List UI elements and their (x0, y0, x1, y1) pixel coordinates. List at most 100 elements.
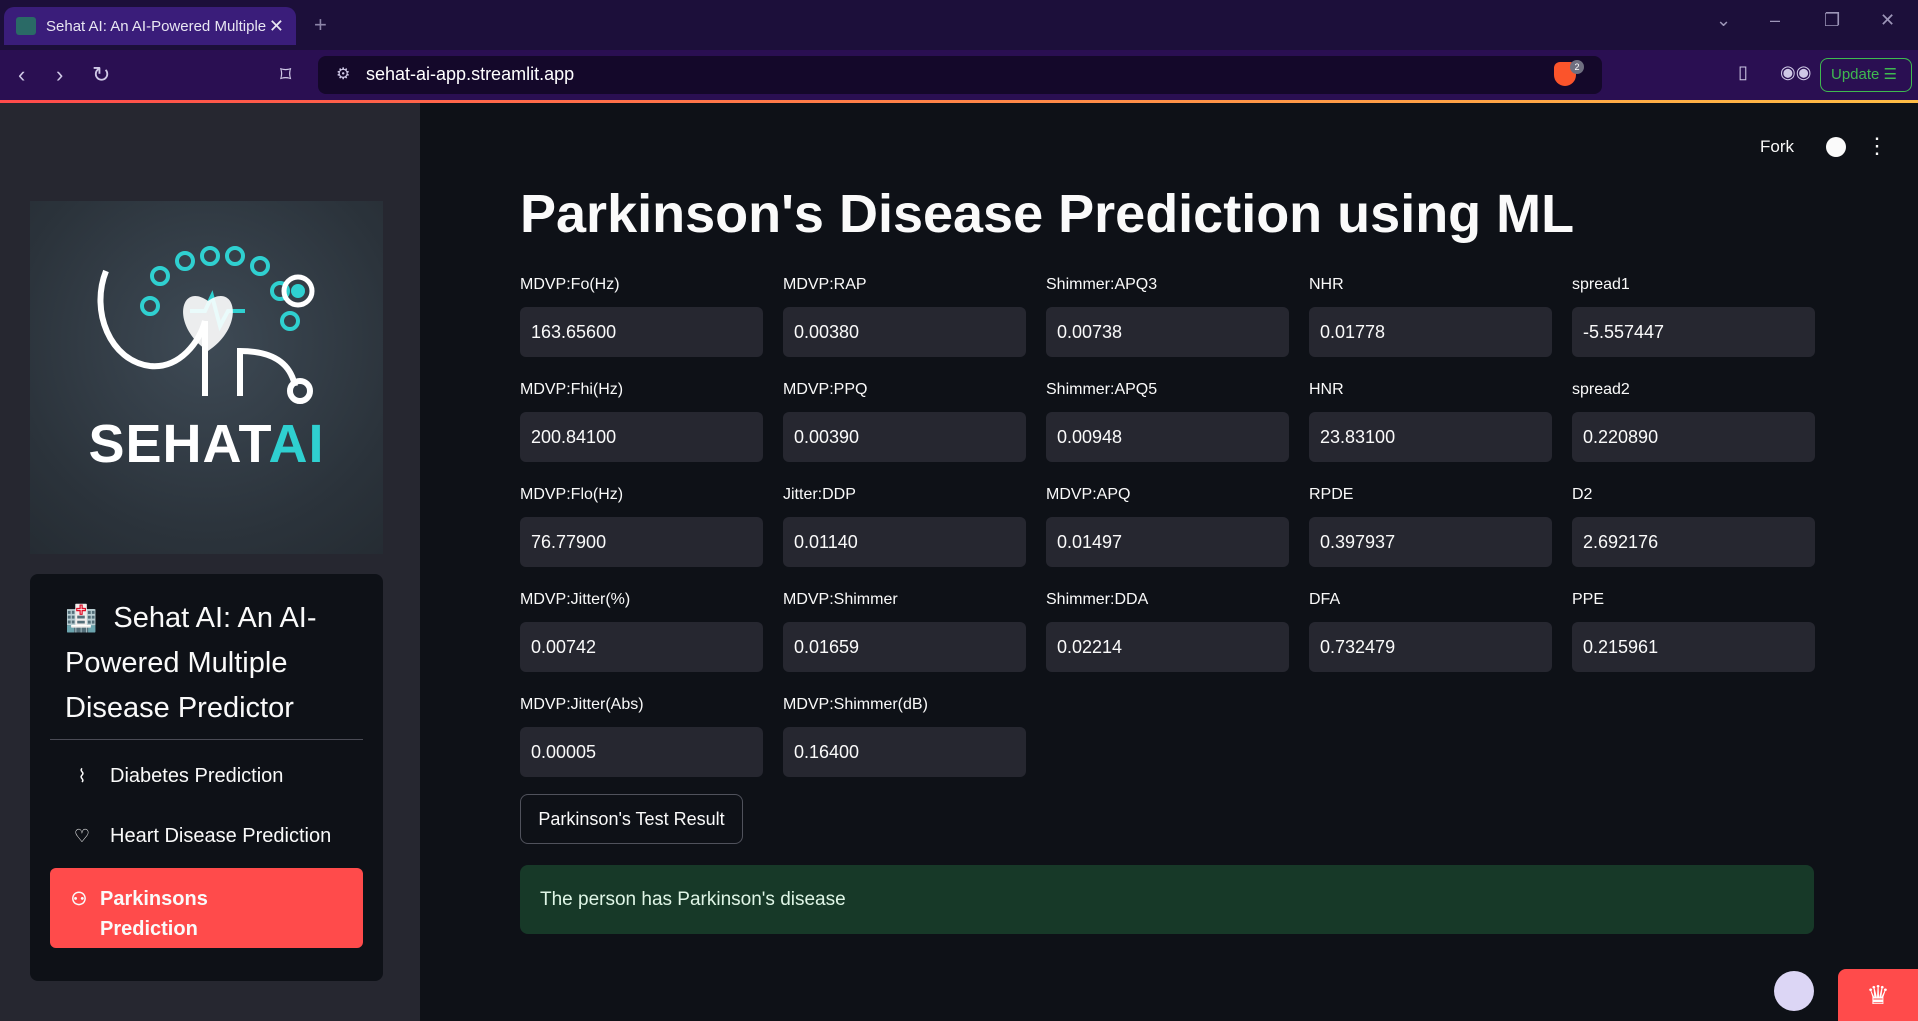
sidebar-item-parkinsons[interactable]: ⚇ Parkinsons Prediction (50, 868, 363, 948)
number-field: HNR 23.83100 (1309, 381, 1552, 462)
text-input[interactable]: 0.01778 (1309, 307, 1552, 357)
number-field: MDVP:Shimmer 0.01659 (783, 591, 1026, 672)
sidebar-toggle-icon[interactable]: ▯ (1738, 62, 1748, 83)
sidebar-item-label: Heart Disease Prediction (110, 824, 332, 847)
logo-word-ai: AI (268, 414, 325, 474)
text-input[interactable]: 163.65600 (520, 307, 763, 357)
text-input[interactable]: 200.84100 (520, 412, 763, 462)
close-window-icon[interactable]: ✕ (1880, 10, 1895, 31)
field-label: NHR (1309, 276, 1344, 293)
shield-badge: 2 (1570, 60, 1584, 74)
main-content: Fork ⋮ Parkinson's Disease Prediction us… (420, 103, 1918, 1021)
chat-bot-icon[interactable] (1774, 971, 1814, 1011)
field-label: MDVP:Jitter(%) (520, 591, 631, 608)
restore-icon[interactable]: ❐ (1824, 10, 1840, 31)
reload-icon[interactable]: ↻ (92, 62, 110, 88)
field-label: MDVP:PPQ (783, 381, 868, 398)
number-field: D2 2.692176 (1572, 486, 1815, 567)
number-field: Jitter:DDP 0.01140 (783, 486, 1026, 567)
text-input[interactable]: -5.557447 (1572, 307, 1815, 357)
bookmark-icon[interactable]: ⌑ (280, 62, 291, 88)
menu-title-text: Sehat AI: An AI-Powered Multiple Disease… (65, 602, 317, 724)
logo-wordmark: SEHATAI (30, 413, 383, 475)
field-label: MDVP:APQ (1046, 486, 1131, 503)
field-label: MDVP:Shimmer(dB) (783, 696, 928, 713)
text-input[interactable]: 76.77900 (520, 517, 763, 567)
site-info-icon[interactable]: ⚙ (336, 64, 350, 84)
number-field: MDVP:PPQ 0.00390 (783, 381, 1026, 462)
heart-icon: ♡ (73, 825, 91, 846)
number-field: Shimmer:APQ3 0.00738 (1046, 276, 1289, 357)
number-field: Shimmer:DDA 0.02214 (1046, 591, 1289, 672)
test-result-button[interactable]: Parkinson's Test Result (520, 794, 743, 844)
text-input[interactable]: 0.732479 (1309, 622, 1552, 672)
more-menu-icon[interactable]: ⋮ (1866, 133, 1888, 159)
text-input[interactable]: 0.00742 (520, 622, 763, 672)
field-label: MDVP:Fhi(Hz) (520, 381, 624, 398)
glasses-icon[interactable]: ◉◉ (1780, 62, 1811, 83)
url-text[interactable]: sehat-ai-app.streamlit.app (366, 64, 574, 85)
number-field: spread2 0.220890 (1572, 381, 1815, 462)
logo-word-sehat: SEHAT (88, 414, 269, 474)
minimize-icon[interactable]: – (1770, 10, 1780, 31)
number-field: MDVP:Fhi(Hz) 200.84100 (520, 381, 763, 462)
text-input[interactable]: 0.01140 (783, 517, 1026, 567)
number-field: MDVP:Fo(Hz) 163.65600 (520, 276, 763, 357)
field-label: HNR (1309, 381, 1344, 398)
field-label: Shimmer:APQ5 (1046, 381, 1158, 398)
hospital-icon: 🏥 (65, 603, 98, 633)
text-input[interactable]: 0.220890 (1572, 412, 1815, 462)
number-field: DFA 0.732479 (1309, 591, 1552, 672)
field-label: spread2 (1572, 381, 1630, 398)
sidebar-item-label: Parkinsons Prediction (100, 888, 208, 940)
close-tab-icon[interactable]: ✕ (269, 16, 284, 37)
text-input[interactable]: 0.00390 (783, 412, 1026, 462)
menu-divider (50, 739, 363, 740)
text-input[interactable]: 0.01659 (783, 622, 1026, 672)
field-label: PPE (1572, 591, 1605, 608)
field-label: RPDE (1309, 486, 1354, 503)
new-tab-icon[interactable]: + (314, 12, 327, 38)
browser-tab[interactable]: Sehat AI: An AI-Powered Multiple Disease… (4, 7, 296, 45)
success-alert: The person has Parkinson's disease (520, 865, 1814, 934)
text-input[interactable]: 0.00380 (783, 307, 1026, 357)
text-input[interactable]: 23.83100 (1309, 412, 1552, 462)
number-field: MDVP:Jitter(Abs) 0.00005 (520, 696, 763, 777)
option-menu: 🏥 Sehat AI: An AI-Powered Multiple Diseas… (30, 574, 383, 981)
fork-link[interactable]: Fork (1760, 137, 1794, 157)
text-input[interactable]: 2.692176 (1572, 517, 1815, 567)
text-input[interactable]: 0.00948 (1046, 412, 1289, 462)
number-field: MDVP:Jitter(%) 0.00742 (520, 591, 763, 672)
text-input[interactable]: 0.02214 (1046, 622, 1289, 672)
text-input[interactable]: 0.00738 (1046, 307, 1289, 357)
text-input[interactable]: 0.00005 (520, 727, 763, 777)
field-label: DFA (1309, 591, 1341, 608)
stethoscope-brain-icon (97, 246, 315, 404)
text-input[interactable]: 0.397937 (1309, 517, 1552, 567)
chevron-down-icon[interactable]: ⌄ (1716, 10, 1731, 31)
person-icon: ⚇ (70, 889, 88, 909)
sidebar-item-label: Diabetes Prediction (110, 764, 284, 787)
github-icon[interactable] (1826, 137, 1846, 157)
text-input[interactable]: 0.01497 (1046, 517, 1289, 567)
sidebar-item-diabetes[interactable]: ⌇ Diabetes Prediction (50, 748, 363, 804)
number-field: NHR 0.01778 (1309, 276, 1552, 357)
number-field: PPE 0.215961 (1572, 591, 1815, 672)
number-field: MDVP:APQ 0.01497 (1046, 486, 1289, 567)
app-logo: SEHATAI (30, 201, 383, 554)
crown-icon[interactable]: ♛ (1838, 969, 1918, 1021)
text-input[interactable]: 0.215961 (1572, 622, 1815, 672)
field-label: D2 (1572, 486, 1593, 503)
field-label: MDVP:Shimmer (783, 591, 898, 608)
favicon-icon (16, 17, 36, 35)
forward-icon[interactable]: › (56, 62, 63, 88)
number-field: Shimmer:APQ5 0.00948 (1046, 381, 1289, 462)
back-icon[interactable]: ‹ (18, 62, 25, 88)
number-field: RPDE 0.397937 (1309, 486, 1552, 567)
sidebar-item-heart[interactable]: ♡ Heart Disease Prediction (50, 808, 363, 864)
text-input[interactable]: 0.16400 (783, 727, 1026, 777)
field-label: spread1 (1572, 276, 1630, 293)
field-label: MDVP:Flo(Hz) (520, 486, 624, 503)
update-button[interactable]: Update ☰ (1820, 58, 1912, 92)
page-title: Parkinson's Disease Prediction using ML (520, 184, 1575, 244)
